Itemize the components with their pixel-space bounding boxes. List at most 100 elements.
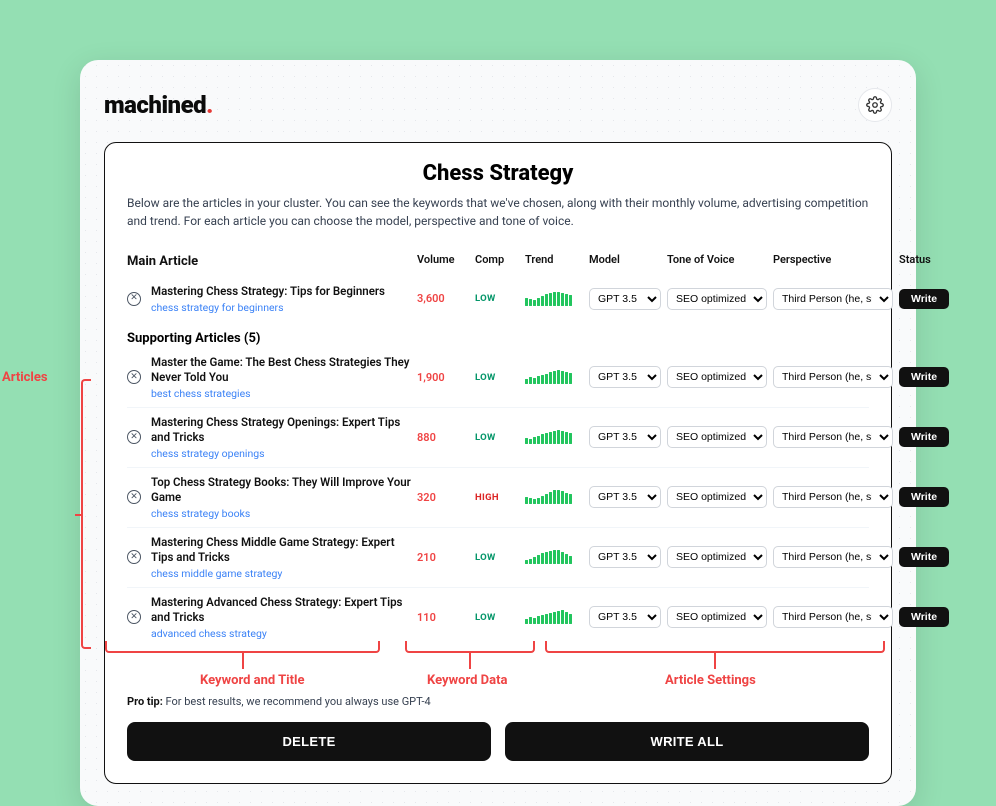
- competition-value: LOW: [475, 612, 519, 623]
- col-comp: Comp: [475, 253, 519, 266]
- volume-value: 3,600: [417, 292, 469, 305]
- anno-article-settings: Article Settings: [665, 673, 756, 688]
- article-keyword: chess middle game strategy: [151, 567, 411, 580]
- competition-value: LOW: [475, 552, 519, 563]
- gear-icon: [866, 96, 884, 114]
- perspective-select[interactable]: Third Person (he, she, it, t: [773, 486, 893, 508]
- tone-select[interactable]: SEO optimized (: [667, 366, 767, 388]
- trend-sparkline: [525, 430, 583, 444]
- col-volume: Volume: [417, 253, 469, 266]
- remove-article-button[interactable]: ✕: [127, 292, 141, 306]
- tone-select[interactable]: SEO optimized (: [667, 426, 767, 448]
- trend-sparkline: [525, 610, 583, 624]
- top-bar: machined.: [104, 88, 892, 122]
- remove-article-button[interactable]: ✕: [127, 430, 141, 444]
- cluster-panel: Chess Strategy Below are the articles in…: [104, 142, 892, 784]
- tone-select[interactable]: SEO optimized (: [667, 288, 767, 310]
- model-select[interactable]: GPT 3.5: [589, 546, 661, 568]
- write-button[interactable]: Write: [899, 547, 949, 567]
- remove-article-button[interactable]: ✕: [127, 370, 141, 384]
- footer-actions: DELETE WRITE ALL: [127, 722, 869, 761]
- trend-sparkline: [525, 490, 583, 504]
- article-keyword: chess strategy for beginners: [151, 301, 411, 314]
- anno-keyword-title: Keyword and Title: [200, 673, 304, 688]
- tone-select[interactable]: SEO optimized (: [667, 606, 767, 628]
- col-perspective: Perspective: [773, 253, 893, 266]
- model-select[interactable]: GPT 3.5: [589, 366, 661, 388]
- volume-value: 210: [417, 551, 469, 564]
- remove-article-button[interactable]: ✕: [127, 550, 141, 564]
- write-button[interactable]: Write: [899, 487, 949, 507]
- write-button[interactable]: Write: [899, 289, 949, 309]
- article-keyword: best chess strategies: [151, 387, 411, 400]
- brand-dot: .: [206, 91, 213, 119]
- anno-articles: Articles: [2, 370, 48, 385]
- supporting-header: Supporting Articles (5): [127, 331, 869, 346]
- remove-article-button[interactable]: ✕: [127, 610, 141, 624]
- trend-sparkline: [525, 550, 583, 564]
- perspective-select[interactable]: Third Person (he, she, it, t: [773, 366, 893, 388]
- trend-sparkline: [525, 292, 583, 306]
- column-headers: Main Article Volume Comp Trend Model Ton…: [127, 244, 869, 277]
- article-title: Mastering Chess Strategy Openings: Exper…: [151, 415, 411, 446]
- article-title: Master the Game: The Best Chess Strategi…: [151, 355, 411, 386]
- title-cell: Mastering Advanced Chess Strategy: Exper…: [151, 595, 411, 640]
- tone-select[interactable]: SEO optimized (: [667, 486, 767, 508]
- pro-tip: Pro tip: For best results, we recommend …: [127, 695, 869, 708]
- article-row: ✕ Mastering Chess Strategy Openings: Expe…: [127, 407, 869, 467]
- tone-select[interactable]: SEO optimized (: [667, 546, 767, 568]
- article-keyword: chess strategy books: [151, 507, 411, 520]
- write-button[interactable]: Write: [899, 427, 949, 447]
- perspective-select[interactable]: Third Person (he, she, it, t: [773, 606, 893, 628]
- model-select[interactable]: GPT 3.5: [589, 426, 661, 448]
- perspective-select[interactable]: Third Person (he, she, it, t: [773, 426, 893, 448]
- settings-button[interactable]: [858, 88, 892, 122]
- title-cell: Mastering Chess Middle Game Strategy: Ex…: [151, 535, 411, 580]
- volume-value: 320: [417, 491, 469, 504]
- model-select[interactable]: GPT 3.5: [589, 486, 661, 508]
- perspective-select[interactable]: Third Person (he, she, it, t: [773, 288, 893, 310]
- remove-article-button[interactable]: ✕: [127, 490, 141, 504]
- write-button[interactable]: Write: [899, 607, 949, 627]
- volume-value: 1,900: [417, 371, 469, 384]
- delete-button[interactable]: DELETE: [127, 722, 491, 761]
- article-row: ✕ Mastering Chess Strategy: Tips for Begi…: [127, 277, 869, 321]
- title-cell: Master the Game: The Best Chess Strategi…: [151, 355, 411, 400]
- app-window: machined. Chess Strategy Below are the a…: [80, 60, 916, 806]
- competition-value: HIGH: [475, 492, 519, 503]
- title-cell: Mastering Chess Strategy Openings: Exper…: [151, 415, 411, 460]
- col-status: Status: [899, 253, 949, 266]
- col-trend: Trend: [525, 253, 583, 266]
- model-select[interactable]: GPT 3.5: [589, 606, 661, 628]
- col-model: Model: [589, 253, 661, 266]
- article-keyword: advanced chess strategy: [151, 627, 411, 640]
- perspective-select[interactable]: Third Person (he, she, it, t: [773, 546, 893, 568]
- main-article-header: Main Article: [127, 254, 411, 269]
- article-row: ✕ Mastering Chess Middle Game Strategy: E…: [127, 527, 869, 587]
- volume-value: 110: [417, 611, 469, 624]
- title-cell: Top Chess Strategy Books: They Will Impr…: [151, 475, 411, 520]
- article-title: Top Chess Strategy Books: They Will Impr…: [151, 475, 411, 506]
- cluster-description: Below are the articles in your cluster. …: [127, 194, 869, 230]
- write-button[interactable]: Write: [899, 367, 949, 387]
- article-title: Mastering Chess Strategy: Tips for Begin…: [151, 284, 411, 300]
- volume-value: 880: [417, 431, 469, 444]
- pro-tip-text: For best results, we recommend you alway…: [163, 695, 431, 708]
- competition-value: LOW: [475, 432, 519, 443]
- article-title: Mastering Advanced Chess Strategy: Exper…: [151, 595, 411, 626]
- article-row: ✕ Mastering Advanced Chess Strategy: Expe…: [127, 587, 869, 647]
- competition-value: LOW: [475, 372, 519, 383]
- article-row: ✕ Top Chess Strategy Books: They Will Imp…: [127, 467, 869, 527]
- brand-name: machined: [104, 91, 206, 119]
- write-all-button[interactable]: WRITE ALL: [505, 722, 869, 761]
- title-cell: Mastering Chess Strategy: Tips for Begin…: [151, 284, 411, 314]
- anno-keyword-data: Keyword Data: [427, 673, 507, 688]
- article-title: Mastering Chess Middle Game Strategy: Ex…: [151, 535, 411, 566]
- trend-sparkline: [525, 370, 583, 384]
- col-tone: Tone of Voice: [667, 253, 767, 266]
- competition-value: LOW: [475, 293, 519, 304]
- model-select[interactable]: GPT 3.5: [589, 288, 661, 310]
- pro-tip-label: Pro tip:: [127, 695, 163, 708]
- article-row: ✕ Master the Game: The Best Chess Strateg…: [127, 348, 869, 407]
- cluster-title: Chess Strategy: [127, 161, 869, 186]
